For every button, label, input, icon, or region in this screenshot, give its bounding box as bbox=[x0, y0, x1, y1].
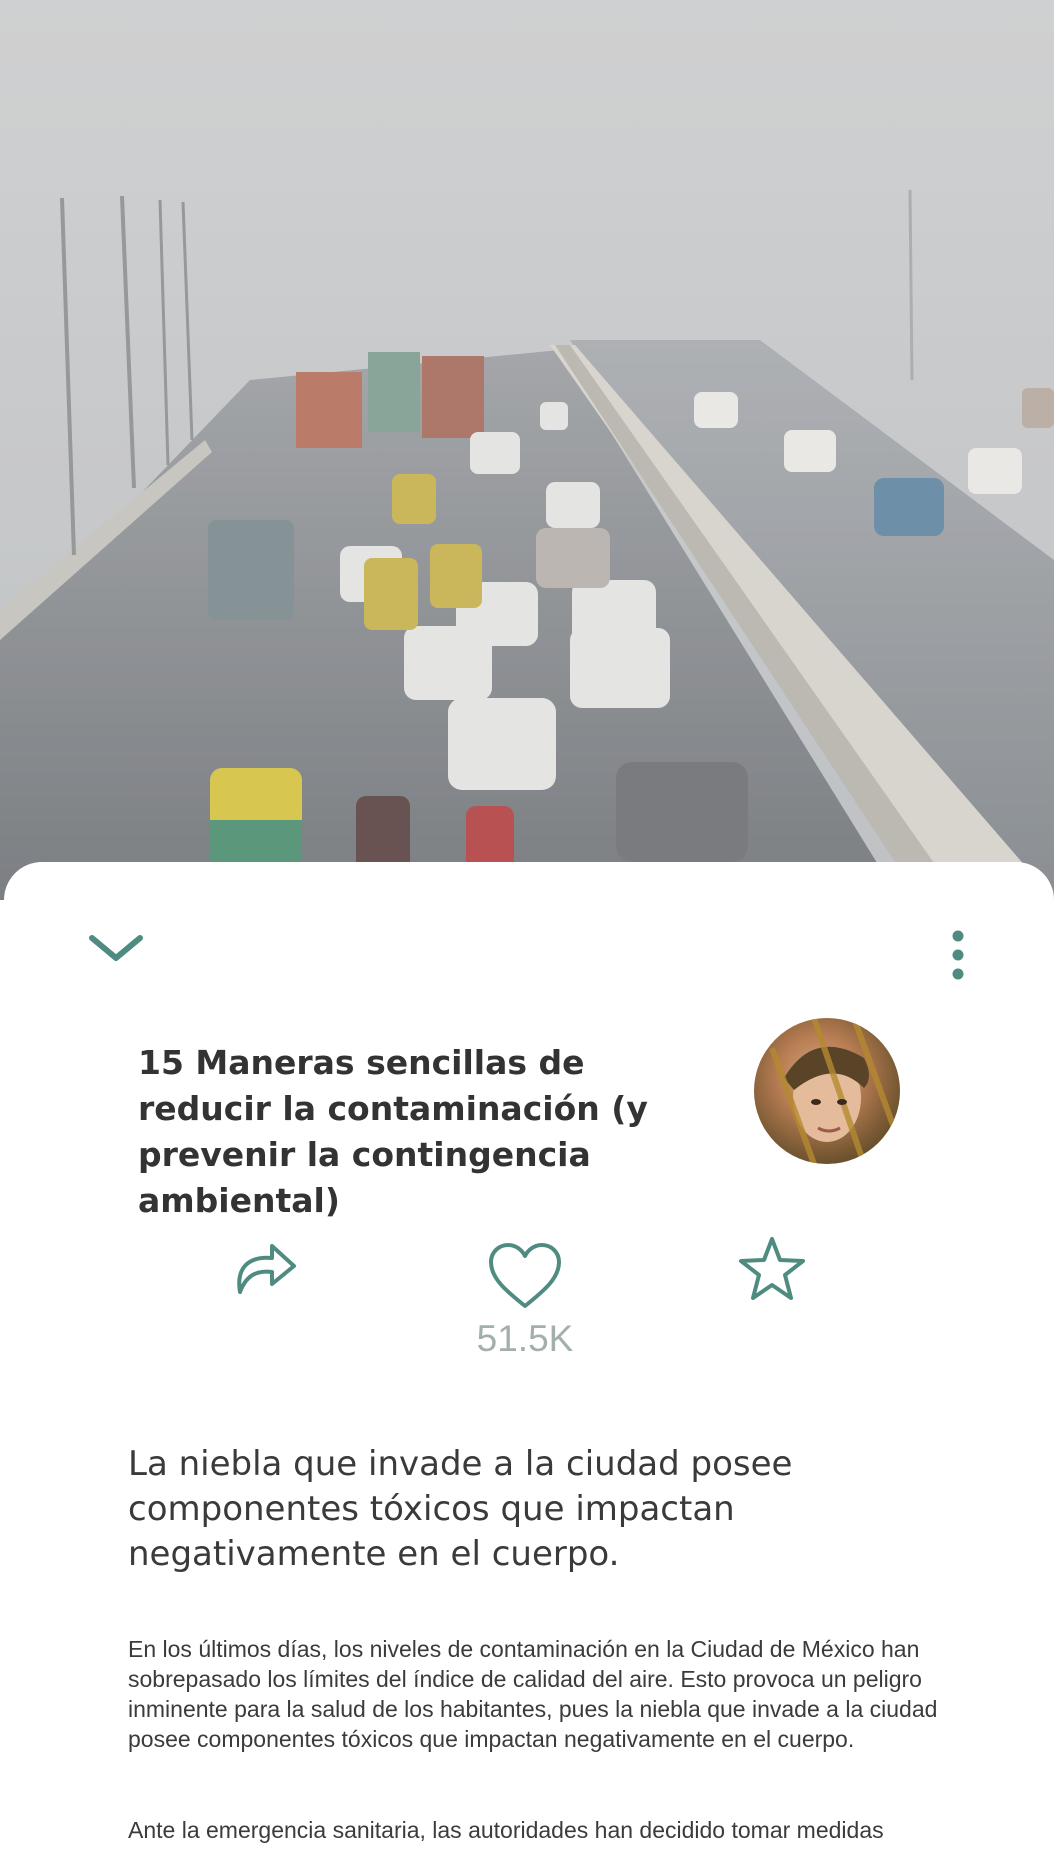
article-paragraph: En los últimos días, los niveles de cont… bbox=[128, 1636, 938, 1752]
like-button[interactable] bbox=[487, 1242, 563, 1310]
more-vertical-icon[interactable] bbox=[944, 928, 972, 984]
article-title: 15 Maneras sencillas de reducir la conta… bbox=[138, 1043, 648, 1220]
like-count: 51.5K bbox=[476, 1318, 574, 1359]
article-subtitle: La niebla que invade a la ciudad posee c… bbox=[128, 1444, 793, 1574]
article-paragraph: Ante la emergencia sanitaria, las autori… bbox=[128, 1817, 884, 1843]
article-screen: 15 Maneras sencillas de reducir la conta… bbox=[0, 0, 1054, 1858]
share-button[interactable] bbox=[234, 1238, 298, 1298]
star-icon bbox=[739, 1237, 805, 1300]
heart-icon bbox=[489, 1243, 561, 1308]
hero-image bbox=[0, 0, 1054, 900]
author-avatar[interactable] bbox=[754, 1018, 900, 1164]
chevron-down-icon[interactable] bbox=[88, 928, 144, 968]
share-icon bbox=[237, 1244, 296, 1294]
favorite-button[interactable] bbox=[738, 1236, 806, 1304]
